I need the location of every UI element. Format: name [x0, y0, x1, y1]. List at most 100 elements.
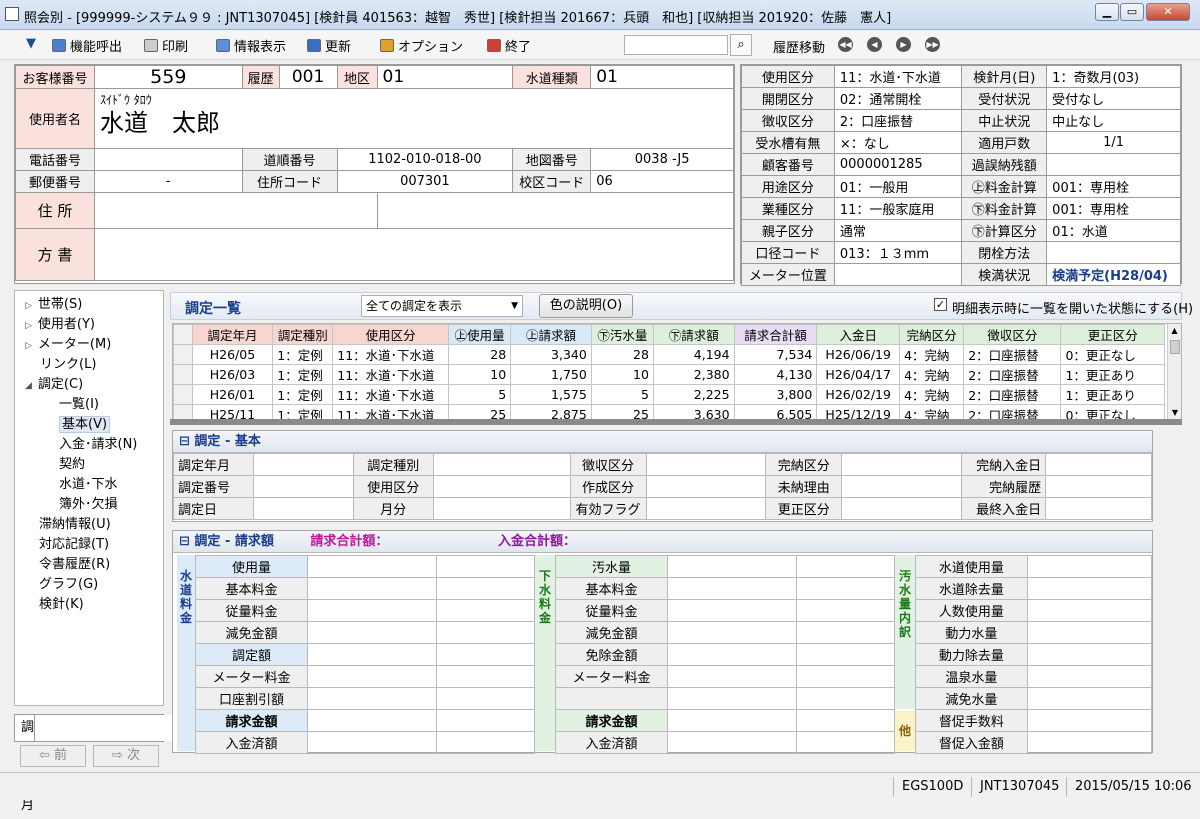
history-prev-icon[interactable]: ◀: [867, 37, 882, 52]
history-first-icon[interactable]: ◀◀: [838, 37, 853, 52]
tree-item-label: 令書履歴(R): [39, 557, 111, 572]
minimize-button[interactable]: ▁: [1095, 3, 1119, 21]
tree-item[interactable]: グラフ(G): [15, 575, 163, 595]
list-row[interactable]: H26/03 1：定例 11：水道･下水道 10 1,750 10 2,380 4,130 H2…: [173, 364, 1165, 385]
tree-item[interactable]: ◢ 調定(C): [15, 375, 163, 395]
options-button[interactable]: オプション: [380, 36, 463, 55]
tree-item[interactable]: 滞納情報(U): [15, 515, 163, 535]
maximize-button[interactable]: ▭: [1120, 3, 1144, 21]
list-row[interactable]: H26/05 1：定例 11：水道･下水道 28 3,340 28 4,194 7,534 H2…: [173, 344, 1165, 365]
billing-value-2: [796, 599, 895, 622]
basic-label: 調定種別: [352, 453, 434, 476]
tree-item[interactable]: 契約: [15, 455, 163, 475]
expand-arrow-icon[interactable]: ▷: [25, 341, 32, 351]
billing-value: [1026, 599, 1153, 622]
list-column-header[interactable]: ㊤使用量: [448, 324, 512, 345]
tree-item-label: 使用者(Y): [37, 317, 96, 332]
address-code-label: 住所コード: [241, 170, 338, 193]
scroll-thumb[interactable]: [1169, 340, 1180, 354]
list-column-header[interactable]: ㊤請求額: [510, 324, 592, 345]
expand-arrow-icon[interactable]: ▷: [25, 321, 32, 331]
search-icon[interactable]: ⌕: [730, 34, 752, 56]
tree-item[interactable]: ▷ メーター(M): [15, 335, 163, 355]
tree-item[interactable]: ▷ 世帯(S): [15, 295, 163, 315]
tree-item-label: メーター(M): [37, 337, 112, 352]
basic-value: [645, 497, 767, 520]
billing-value: [666, 687, 798, 710]
list-row[interactable]: H26/01 1：定例 11：水道･下水道 5 1,575 5 2,225 3,800 H26/…: [173, 384, 1165, 405]
title-bar: 照会別 - [999999-システム９９ : JNT1307045] [検針員 …: [0, 0, 1200, 30]
status-value-2: 検満予定(H28/04): [1046, 263, 1181, 286]
list-column-header[interactable]: 完納区分: [899, 324, 965, 345]
tree-item[interactable]: 基本(V): [15, 415, 163, 435]
row-selector[interactable]: [173, 344, 193, 365]
list-column-header[interactable]: 請求合計額: [733, 324, 818, 345]
tree-item[interactable]: ▷ 使用者(Y): [15, 315, 163, 335]
collapse-icon[interactable]: ⊟: [179, 534, 194, 549]
list-cell: 2：口座振替: [963, 364, 1062, 385]
list-column-header[interactable]: 使用区分: [332, 324, 450, 345]
list-column-header[interactable]: ㊦汚水量: [590, 324, 654, 345]
exit-button[interactable]: 終了: [487, 36, 531, 55]
tree-item[interactable]: 令書履歴(R): [15, 555, 163, 575]
collapse-icon[interactable]: ⊟: [179, 434, 194, 449]
tree-item-label: 検針(K): [39, 597, 84, 612]
row-selector[interactable]: [173, 384, 193, 405]
list-column-header[interactable]: 調定種別: [272, 324, 334, 345]
expand-arrow-icon[interactable]: ▷: [25, 301, 32, 311]
search-input[interactable]: [624, 35, 728, 55]
info-display-button[interactable]: 情報表示: [216, 36, 286, 55]
expand-arrow-icon[interactable]: ◢: [25, 381, 32, 391]
list-column-header[interactable]: 徴収区分: [963, 324, 1062, 345]
status-value-2: [1046, 241, 1181, 264]
close-button[interactable]: ✕: [1146, 3, 1190, 21]
list-cell: 11：水道･下水道: [332, 384, 450, 405]
scroll-down-icon[interactable]: ▼: [1168, 406, 1181, 420]
row-selector[interactable]: [173, 364, 193, 385]
history-next-icon[interactable]: ▶: [896, 37, 911, 52]
status-row: 口径コード 013：１３mm 閉栓方法: [741, 241, 1181, 264]
print-button[interactable]: 印刷: [144, 36, 188, 55]
function-call-button[interactable]: 機能呼出: [52, 36, 122, 55]
list-column-header[interactable]: ㊦請求額: [652, 324, 735, 345]
list-cell: 4：完納: [899, 364, 965, 385]
splitter[interactable]: [170, 419, 1182, 425]
billing-row: 免除金額: [555, 643, 895, 666]
expand-list-checkbox[interactable]: ✓: [934, 298, 947, 311]
tree-item[interactable]: リンク(L): [15, 355, 163, 375]
tree-item[interactable]: 入金･請求(N): [15, 435, 163, 455]
billing-value: [306, 709, 438, 732]
billing-row: メーター料金: [195, 665, 535, 688]
tree-item[interactable]: 水道･下水: [15, 475, 163, 495]
tree-item[interactable]: 対応記録(T): [15, 535, 163, 555]
list-column-header[interactable]: 入金日: [816, 324, 901, 345]
tree-item[interactable]: 簿外･欠損: [15, 495, 163, 515]
list-column-header[interactable]: 調定年月: [191, 324, 274, 345]
refresh-icon: [307, 39, 321, 52]
basic-value: [1045, 497, 1152, 520]
status-row: メーター位置 検満状況 検満予定(H28/04): [741, 263, 1181, 286]
filter-select[interactable]: 全ての調定を表示 ▼: [361, 295, 523, 317]
basic-value: [841, 497, 963, 520]
refresh-button[interactable]: 更新: [307, 36, 351, 55]
billing-row: 人数使用量: [915, 599, 1153, 622]
next-button[interactable]: ⇨ 次: [93, 745, 159, 767]
toolbar-dropdown-icon[interactable]: ▼: [26, 36, 36, 51]
billing-label: 減免金額: [195, 621, 308, 644]
status-bar: EGS100D JNT1307045 2015/05/15 10:06: [0, 772, 1200, 800]
status-row: 顧客番号 0000001285 過誤納残額: [741, 153, 1181, 176]
basic-label: 作成区分: [569, 475, 647, 498]
list-icon: [52, 39, 66, 52]
tree-item[interactable]: 一覧(I): [15, 395, 163, 415]
color-legend-button[interactable]: 色の説明(O): [539, 294, 633, 318]
basic-label: 調定年月: [173, 453, 254, 476]
list-column-header[interactable]: 更正区分: [1060, 324, 1165, 345]
basic-label: 完納区分: [765, 453, 843, 476]
list-scrollbar[interactable]: ▲ ▼: [1167, 324, 1181, 420]
scroll-up-icon[interactable]: ▲: [1168, 324, 1181, 338]
prev-button[interactable]: ⇦ 前: [20, 745, 86, 767]
history-last-icon[interactable]: ▶▶: [925, 37, 940, 52]
basic-row: 調定日 月分 有効フラグ 更正区分 最終入金日: [173, 497, 1152, 520]
tree-item[interactable]: 検針(K): [15, 595, 163, 615]
address-value: [93, 192, 378, 229]
